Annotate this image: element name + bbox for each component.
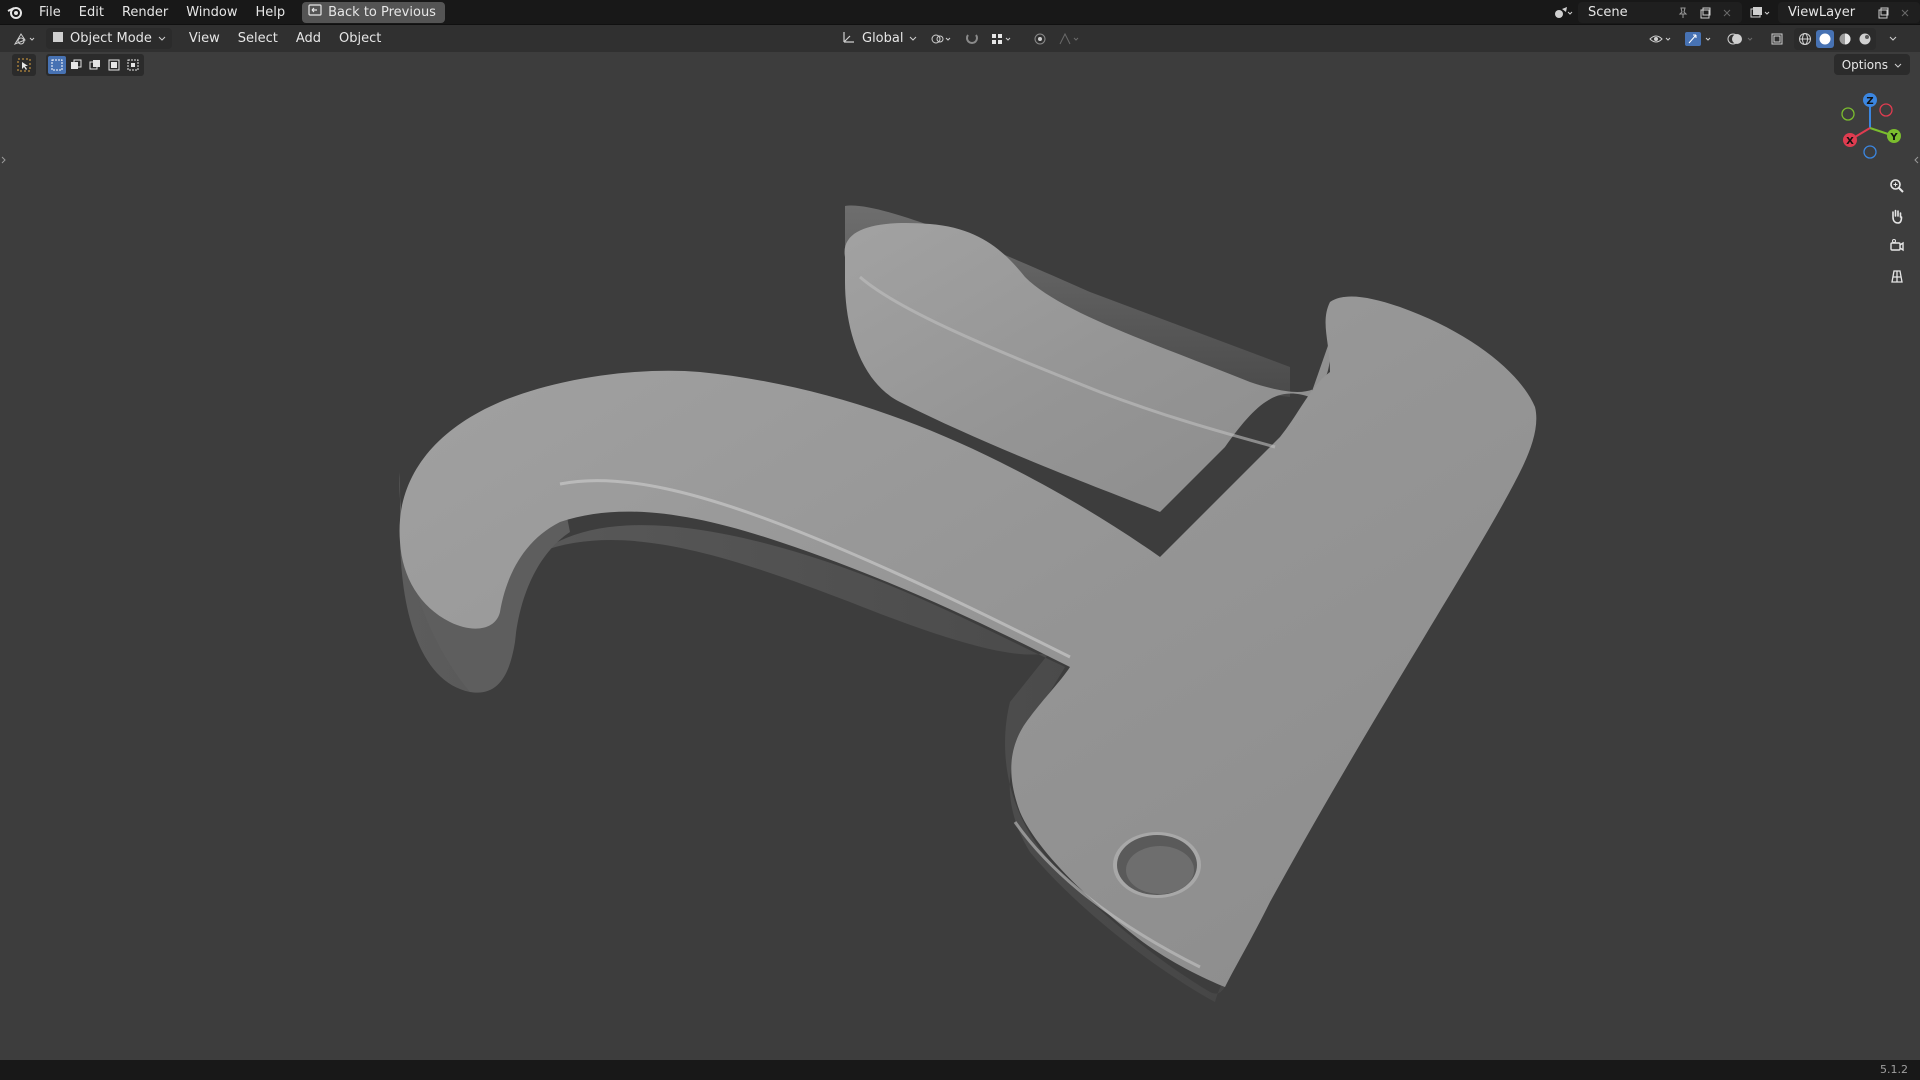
- solid-shading-icon[interactable]: [1816, 29, 1834, 48]
- back-screen-icon: [308, 4, 322, 20]
- select-invert-icon[interactable]: [105, 56, 123, 74]
- object-mode-dropdown[interactable]: Object Mode: [46, 28, 172, 49]
- version-label: 5.1.2: [1880, 1063, 1908, 1076]
- toolbar-expand-toggle[interactable]: [0, 152, 8, 168]
- material-shading-icon[interactable]: [1836, 30, 1854, 48]
- top-menu-bar: File Edit Render Window Help Back to Pre…: [0, 0, 1920, 25]
- sidebar-expand-toggle[interactable]: [1912, 152, 1920, 168]
- selection-mode-group: [46, 54, 144, 76]
- new-scene-icon[interactable]: [1694, 2, 1716, 23]
- menu-object[interactable]: Object: [330, 25, 390, 52]
- orientation-axes-icon: [842, 30, 856, 48]
- 3d-viewport[interactable]: Z Y X: [0, 52, 1920, 1060]
- z-axis-label: Z: [1866, 96, 1873, 107]
- chevron-down-icon: [909, 31, 917, 46]
- overlays-icon[interactable]: [1724, 28, 1760, 49]
- falloff-curve-icon[interactable]: [1055, 28, 1085, 49]
- menu-window[interactable]: Window: [177, 0, 246, 25]
- object-mode-icon: [52, 31, 64, 47]
- proportional-editing-icon[interactable]: [1029, 28, 1051, 49]
- tool-settings-row: [12, 54, 144, 76]
- shading-mode-group: [1794, 27, 1876, 50]
- object-mode-label: Object Mode: [70, 31, 152, 46]
- snap-target-icon[interactable]: [987, 28, 1017, 49]
- menu-file[interactable]: File: [30, 0, 70, 25]
- view-layer-field[interactable]: ViewLayer: [1778, 2, 1920, 23]
- chevron-down-icon: [1894, 58, 1902, 72]
- snap-toggle-icon[interactable]: [961, 28, 983, 49]
- pivot-point-icon[interactable]: [927, 28, 957, 49]
- select-tool-icon[interactable]: [12, 54, 36, 76]
- scene-name: Scene: [1588, 5, 1628, 20]
- wireframe-shading-icon[interactable]: [1796, 30, 1814, 48]
- pi-hole-inner: [1126, 846, 1194, 894]
- menu-render[interactable]: Render: [113, 0, 177, 25]
- orientation-label: Global: [862, 31, 904, 46]
- navigation-gizmo[interactable]: Z Y X: [1830, 90, 1906, 166]
- ortho-grid-icon[interactable]: [1884, 264, 1910, 288]
- blender-logo-icon[interactable]: [0, 0, 30, 25]
- chevron-down-icon: [158, 31, 166, 46]
- select-new-icon[interactable]: [48, 56, 66, 74]
- options-label: Options: [1841, 57, 1888, 72]
- zoom-icon[interactable]: [1884, 174, 1910, 198]
- x-axis-label: X: [1846, 136, 1854, 147]
- menu-select[interactable]: Select: [229, 25, 287, 52]
- options-dropdown[interactable]: Options: [1833, 54, 1910, 75]
- view-layer-selector-icon[interactable]: [1746, 2, 1774, 23]
- status-bar: 5.1.2: [0, 1060, 1920, 1080]
- editor-type-icon[interactable]: [8, 28, 42, 49]
- menu-edit[interactable]: Edit: [70, 0, 113, 25]
- blender-window: File Edit Render Window Help Back to Pre…: [0, 0, 1920, 1080]
- y-axis-label: Y: [1889, 132, 1898, 143]
- viewport-display-tools: [1646, 25, 1904, 52]
- select-intersect-icon[interactable]: [124, 56, 142, 74]
- pin-icon[interactable]: [1672, 2, 1694, 23]
- new-view-layer-icon[interactable]: [1872, 2, 1894, 23]
- menu-help[interactable]: Help: [247, 0, 295, 25]
- delete-view-layer-icon[interactable]: [1894, 2, 1916, 23]
- scene-selector-icon[interactable]: [1552, 2, 1574, 23]
- pi-symbol-mesh: [399, 205, 1537, 1002]
- topbar-right-group: Scene ViewLayer: [1552, 0, 1920, 25]
- pan-hand-icon[interactable]: [1884, 204, 1910, 228]
- delete-scene-icon[interactable]: [1716, 2, 1738, 23]
- select-extend-icon[interactable]: [67, 56, 85, 74]
- shading-options-chevron-icon[interactable]: [1882, 28, 1904, 49]
- gizmo-toggle-icon[interactable]: [1682, 28, 1718, 49]
- transform-orientation-dropdown[interactable]: Global: [836, 28, 923, 49]
- back-to-previous-button[interactable]: Back to Previous: [302, 1, 445, 23]
- menu-view[interactable]: View: [180, 25, 229, 52]
- visibility-eye-icon[interactable]: [1646, 28, 1676, 49]
- transform-tools: Global: [836, 25, 1085, 52]
- menu-add[interactable]: Add: [287, 25, 330, 52]
- view-layer-name: ViewLayer: [1788, 5, 1856, 20]
- scene-field[interactable]: Scene: [1578, 2, 1742, 23]
- camera-icon[interactable]: [1884, 234, 1910, 258]
- xray-toggle-icon[interactable]: [1766, 28, 1788, 49]
- select-subtract-icon[interactable]: [86, 56, 104, 74]
- rendered-shading-icon[interactable]: [1856, 30, 1874, 48]
- back-to-previous-label: Back to Previous: [328, 4, 436, 20]
- navigation-buttons: [1884, 174, 1910, 288]
- viewport-header: Object Mode View Select Add Object Globa…: [0, 25, 1920, 52]
